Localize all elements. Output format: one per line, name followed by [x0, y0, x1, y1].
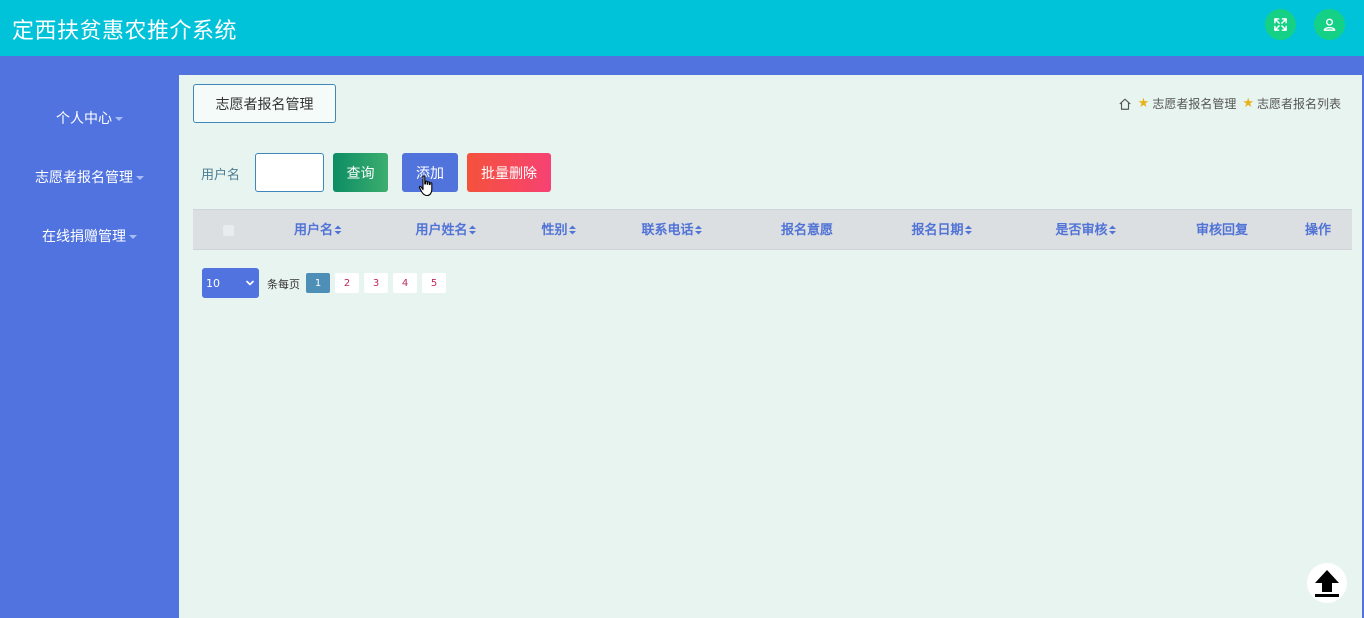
sidebar-item-personal-center[interactable]: 个人中心 — [0, 108, 179, 128]
sort-icon — [334, 225, 342, 234]
column-header-intention: 报名意愿 — [780, 223, 834, 238]
batch-delete-button[interactable]: 批量删除 — [467, 153, 551, 192]
table-header: 用户名 用户姓名 性别 联系电话 报名意愿 报名日期 是否审核 审核回复 操作 — [193, 209, 1352, 250]
breadcrumb: ★ 志愿者报名管理 ★ 志愿者报名列表 — [1118, 95, 1341, 112]
home-icon[interactable] — [1118, 97, 1132, 111]
username-search-input[interactable] — [255, 153, 324, 192]
user-menu-button[interactable] — [1314, 9, 1345, 40]
chevron-down-icon — [246, 280, 254, 286]
sidebar: 个人中心 志愿者报名管理 在线捐赠管理 — [0, 56, 179, 618]
page-button-3[interactable]: 3 — [364, 273, 388, 293]
column-label: 联系电话 — [641, 223, 694, 238]
sidebar-item-online-donation[interactable]: 在线捐赠管理 — [0, 226, 179, 246]
page-size-value: 10 — [206, 276, 220, 290]
sidebar-item-label: 在线捐赠管理 — [42, 229, 126, 245]
column-label: 是否审核 — [1055, 223, 1108, 238]
sort-icon — [569, 225, 577, 234]
per-page-label: 条每页 — [267, 278, 300, 291]
column-header-signup-date[interactable]: 报名日期 — [911, 210, 973, 251]
sidebar-item-volunteer-signup[interactable]: 志愿者报名管理 — [0, 167, 179, 187]
sort-icon — [1109, 225, 1117, 234]
hand-cursor-icon — [418, 175, 433, 197]
column-header-actions: 操作 — [1304, 223, 1332, 238]
caret-down-icon — [115, 117, 123, 121]
username-label: 用户名 — [201, 168, 241, 183]
section-title-button[interactable]: 志愿者报名管理 — [193, 84, 336, 123]
column-header-username[interactable]: 用户名 — [294, 210, 342, 251]
page-size-select[interactable]: 10 — [202, 268, 259, 298]
column-label: 用户名 — [293, 223, 334, 238]
header-strip — [0, 56, 1364, 75]
column-header-phone[interactable]: 联系电话 — [641, 210, 703, 251]
breadcrumb-item[interactable]: 志愿者报名管理 — [1152, 95, 1236, 112]
star-icon: ★ — [1242, 96, 1254, 111]
breadcrumb-item-current: 志愿者报名列表 — [1256, 97, 1341, 111]
caret-down-icon — [136, 176, 144, 180]
back-to-top-button[interactable] — [1307, 563, 1347, 603]
fullscreen-button[interactable] — [1265, 9, 1296, 40]
column-header-reviewed[interactable]: 是否审核 — [1055, 210, 1117, 251]
caret-down-icon — [129, 235, 137, 239]
sidebar-item-label: 志愿者报名管理 — [35, 170, 133, 186]
column-label: 性别 — [541, 223, 568, 238]
sort-icon — [965, 225, 973, 234]
star-icon: ★ — [1137, 96, 1150, 111]
page-button-1[interactable]: 1 — [306, 273, 330, 293]
query-button[interactable]: 查询 — [333, 153, 388, 192]
select-all-checkbox[interactable] — [223, 225, 234, 236]
page-button-4[interactable]: 4 — [393, 273, 417, 293]
sidebar-item-label: 个人中心 — [56, 111, 112, 127]
column-label: 用户姓名 — [415, 223, 468, 238]
column-label: 报名日期 — [911, 223, 964, 238]
top-bar: 定西扶贫惠农推介系统 — [0, 0, 1364, 56]
page-button-2[interactable]: 2 — [335, 273, 359, 293]
arrow-up-icon — [1315, 570, 1339, 597]
page-button-5[interactable]: 5 — [422, 273, 446, 293]
sort-icon — [469, 225, 477, 234]
app-title: 定西扶贫惠农推介系统 — [12, 19, 238, 44]
fullscreen-icon — [1274, 18, 1287, 31]
sort-icon — [695, 225, 703, 234]
column-header-gender[interactable]: 性别 — [541, 210, 577, 251]
column-header-real-name[interactable]: 用户姓名 — [415, 210, 477, 251]
user-icon — [1323, 18, 1336, 31]
column-header-review-reply: 审核回复 — [1195, 223, 1249, 238]
